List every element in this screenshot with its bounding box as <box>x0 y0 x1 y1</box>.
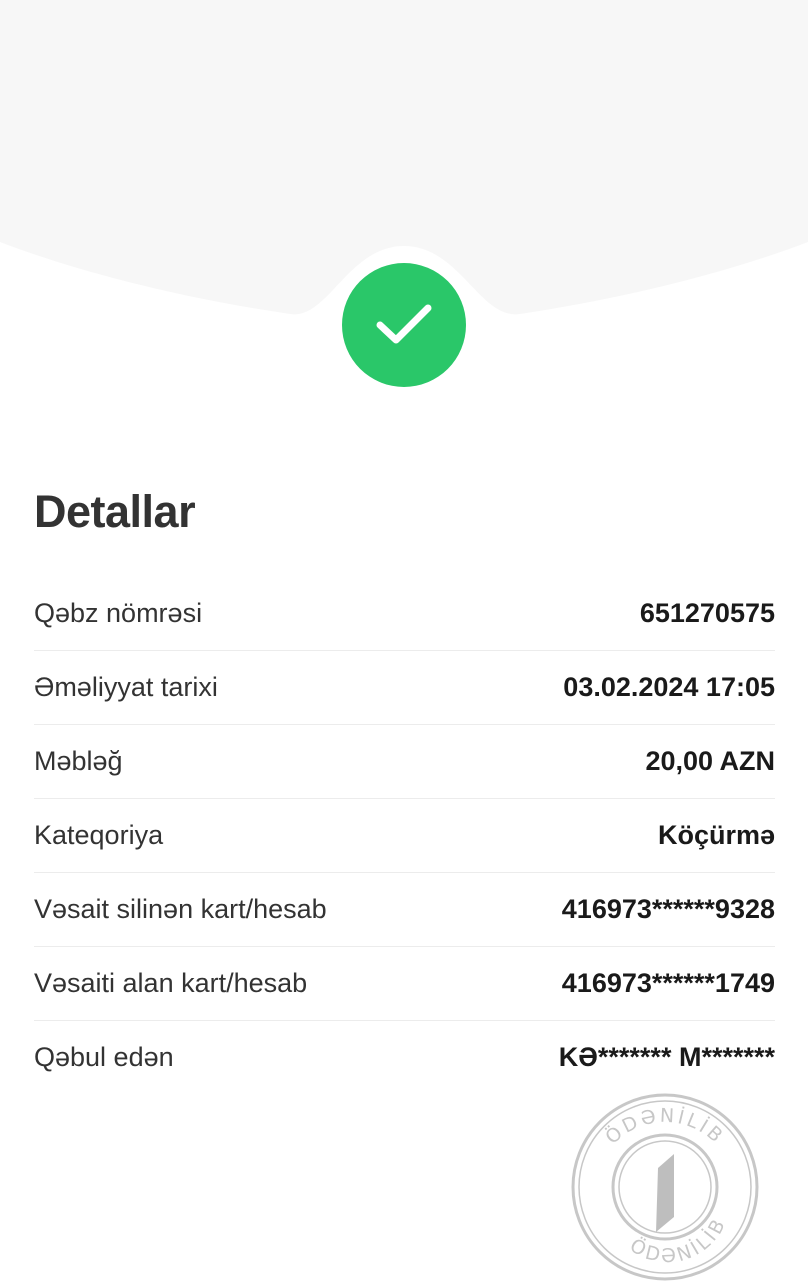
detail-value: Köçürmə <box>657 820 775 850</box>
detail-value: 03.02.2024 17:05 <box>563 672 775 702</box>
detail-row-category: Kateqoriya Köçürmə <box>34 799 775 873</box>
checkmark-icon <box>376 304 432 344</box>
detail-label: Əməliyyat tarixi <box>34 672 218 702</box>
detail-label: Qəbul edən <box>34 1042 174 1072</box>
detail-label: Vəsaiti alan kart/hesab <box>34 968 308 998</box>
detail-row-recipient: Qəbul edən KƏ******* M******* <box>34 1021 775 1094</box>
success-checkmark-badge <box>342 263 466 387</box>
detail-value: 20,00 AZN <box>645 746 775 776</box>
detail-label: Kateqoriya <box>34 820 164 850</box>
detail-value: 651270575 <box>639 598 775 628</box>
detail-label: Vəsait silinən kart/hesab <box>34 894 327 924</box>
detail-value: 416973******9328 <box>561 894 775 924</box>
details-title: Detallar <box>34 486 196 537</box>
svg-text:ÖDƏNİLİB: ÖDƏNİLİB <box>601 1105 729 1149</box>
detail-value: 416973******1749 <box>561 968 775 998</box>
stamp-text: ÖDƏNİLİB <box>601 1105 726 1149</box>
detail-label: Məbləğ <box>34 746 123 776</box>
detail-row-amount: Məbləğ 20,00 AZN <box>34 725 775 799</box>
svg-text:ÖDƏNİLİB: ÖDƏNİLİB <box>626 1214 731 1268</box>
stamp-logo-icon <box>656 1154 674 1232</box>
detail-label: Qəbz nömrəsi <box>34 598 203 628</box>
detail-row-receipt-number: Qəbz nömrəsi 651270575 <box>34 577 775 651</box>
paid-stamp: ÖDƏNİLİB ÖDƏNİLİB <box>571 1093 759 1281</box>
detail-row-destination-card: Vəsaiti alan kart/hesab 416973******1749 <box>34 947 775 1021</box>
detail-value: KƏ******* M******* <box>558 1042 775 1072</box>
details-list: Qəbz nömrəsi 651270575 Əməliyyat tarixi … <box>34 577 775 1094</box>
detail-row-transaction-date: Əməliyyat tarixi 03.02.2024 17:05 <box>34 651 775 725</box>
stamp-text: ÖDƏNİLİB <box>626 1214 728 1268</box>
detail-row-source-card: Vəsait silinən kart/hesab 416973******93… <box>34 873 775 947</box>
